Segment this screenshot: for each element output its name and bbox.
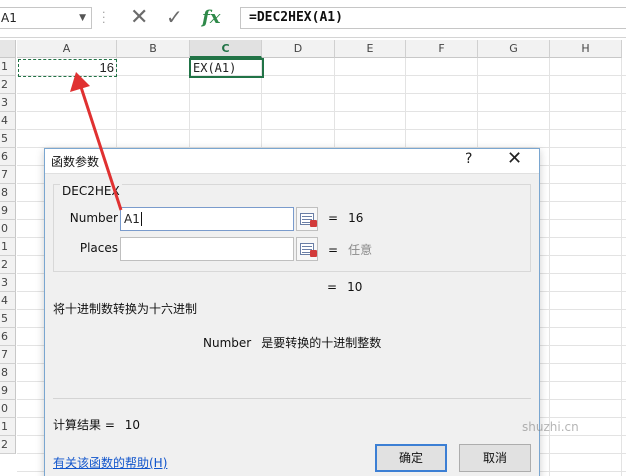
arguments-group: DEC2HEX Number A1 = 16 Places = 任意 [53,184,531,272]
row-header[interactable]: 8 [0,184,16,202]
places-result-value: 任意 [348,243,373,257]
chevron-down-icon[interactable]: ▼ [79,8,86,28]
number-collapse-button[interactable] [296,207,318,231]
row-header[interactable]: 4 [0,292,16,310]
argument-description-text: 是要转换的十进制整数 [261,336,382,350]
row-header[interactable]: 4 [0,112,16,130]
equals-sign: = [328,243,339,257]
column-header-c[interactable]: C [190,40,262,58]
name-box-value: A1 [1,11,17,25]
column-header-g[interactable]: G [478,40,550,58]
dialog-body: DEC2HEX Number A1 = 16 Places = 任意 = 10 将十进… [45,173,539,476]
number-result-value: 16 [348,211,364,225]
places-collapse-button[interactable] [296,237,318,261]
number-input[interactable]: A1 [120,207,294,231]
places-label: Places [79,241,118,255]
row-header[interactable]: 0 [0,220,16,238]
calc-result: 计算结果 = 10 [53,416,140,433]
calc-result-value: 10 [124,418,140,432]
divider [53,398,531,399]
row-header[interactable]: 1 [0,58,16,76]
range-select-icon [300,213,317,227]
function-arguments-dialog: 函数参数 ? ✕ DEC2HEX Number A1 = 16 Places = 任… [44,148,540,476]
number-result: = 16 [328,211,363,225]
insert-function-icon[interactable]: fx [202,7,220,28]
ok-button[interactable]: 确定 [375,444,447,472]
row-header[interactable]: 6 [0,148,16,166]
row-header[interactable]: 9 [0,202,16,220]
row-header[interactable]: 1 [0,418,16,436]
column-header-b[interactable]: B [117,40,190,58]
number-input-value: A1 [124,212,140,226]
formula-buttons: ✕ ✓ fx [122,5,232,30]
column-header-f[interactable]: F [406,40,478,58]
formula-bar: A1 ▼ · · · ✕ ✓ fx =DEC2HEX(A1) [0,0,626,38]
row-header[interactable]: 9 [0,382,16,400]
row-header[interactable]: 2 [0,436,16,454]
grid-vline [549,58,550,476]
column-header-a[interactable]: A [17,40,117,58]
calc-result-label: 计算结果 = [53,418,115,432]
formula-input[interactable]: =DEC2HEX(A1) [240,7,626,29]
row-header[interactable]: 7 [0,166,16,184]
number-label: Number [69,211,118,225]
drag-handle-icon[interactable]: · · · [102,7,106,28]
column-header-e[interactable]: E [335,40,406,58]
grid-vline [621,58,622,476]
equals-sign: = [328,211,339,225]
name-box[interactable]: A1 ▼ [0,7,92,29]
row-header[interactable]: 3 [0,94,16,112]
range-select-icon [300,243,317,257]
row-header[interactable]: 8 [0,364,16,382]
row-header[interactable]: 3 [0,274,16,292]
function-description: 将十进制数转换为十六进制 [53,302,198,316]
row-header[interactable]: 0 [0,400,16,418]
row-header[interactable]: 2 [0,76,16,94]
equals-sign: = [327,280,338,294]
row-header[interactable]: 2 [0,256,16,274]
cancel-icon[interactable]: ✕ [130,5,148,30]
select-all-corner[interactable] [0,40,16,58]
cell-a1[interactable]: 16 [18,59,117,77]
formula-result: = 10 [327,280,362,294]
argument-description: Number 是要转换的十进制整数 [203,334,381,351]
places-input[interactable] [120,237,294,261]
function-name: DEC2HEX [60,184,122,198]
argument-description-name: Number [203,336,252,350]
cell-c1[interactable]: EX(A1) [189,58,264,78]
row-header[interactable]: 5 [0,130,16,148]
column-header-h[interactable]: H [550,40,622,58]
dialog-titlebar[interactable]: 函数参数 ? ✕ [45,148,539,173]
help-icon[interactable]: ? [465,151,472,167]
cancel-button[interactable]: 取消 [459,444,531,472]
function-help-link[interactable]: 有关该函数的帮助(H) [53,454,167,471]
close-icon[interactable]: ✕ [507,148,522,169]
places-result: = 任意 [328,241,372,258]
formula-result-value: 10 [347,280,363,294]
row-header[interactable]: 1 [0,238,16,256]
watermark: shuzhi.cn [522,420,579,434]
row-header[interactable]: 7 [0,346,16,364]
row-header[interactable]: 6 [0,328,16,346]
enter-icon[interactable]: ✓ [166,5,183,29]
row-header[interactable]: 5 [0,310,16,328]
column-header-d[interactable]: D [262,40,335,58]
dialog-title: 函数参数 [51,155,100,169]
